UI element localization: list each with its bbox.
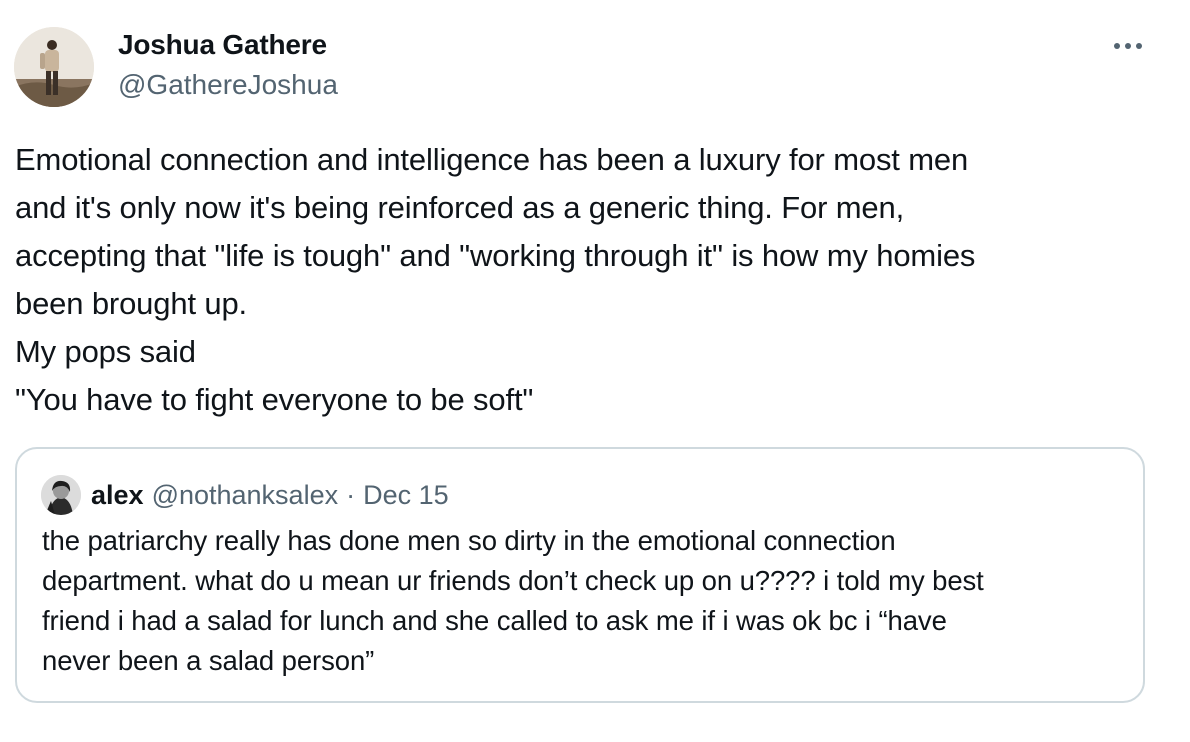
separator-dot: · — [346, 479, 356, 510]
quoted-tweet-text: the patriarchy really has done men so di… — [42, 521, 1132, 681]
quoted-text-line: friend i had a salad for lunch and she c… — [42, 605, 947, 636]
more-options-button[interactable] — [1108, 30, 1148, 62]
author-name[interactable]: Joshua Gathere — [118, 28, 327, 62]
quoted-tweet-header: alex @nothanksalex · Dec 15 — [41, 475, 449, 515]
tweet-text-line: "You have to fight everyone to be soft" — [15, 382, 534, 417]
quoted-text-line: the patriarchy really has done men so di… — [42, 525, 896, 556]
author-avatar[interactable] — [14, 27, 94, 107]
tweet-text-line: Emotional connection and intelligence ha… — [15, 142, 969, 177]
quoted-author-avatar[interactable] — [41, 475, 81, 515]
tweet-text: Emotional connection and intelligence ha… — [15, 136, 1155, 424]
tweet-text-line: and it's only now it's being reinforced … — [15, 190, 905, 225]
quoted-author-name[interactable]: alex — [91, 480, 144, 511]
quoted-author-handle[interactable]: @nothanksalex — [152, 480, 339, 511]
quoted-text-line: department. what do u mean ur friends do… — [42, 565, 984, 596]
more-options-icon — [1114, 43, 1142, 49]
tweet-text-line: accepting that "life is tough" and "work… — [15, 238, 976, 273]
quoted-text-line: never been a salad person” — [42, 645, 375, 676]
quoted-tweet-date[interactable]: Dec 15 — [363, 480, 449, 511]
tweet: Joshua Gathere @GathereJoshua Emotional … — [0, 0, 1190, 742]
profile-photo-icon — [41, 475, 81, 515]
tweet-text-line: been brought up. — [15, 286, 248, 321]
profile-photo-icon — [14, 27, 94, 107]
quoted-tweet-card[interactable]: alex @nothanksalex · Dec 15 the patriarc… — [15, 447, 1145, 703]
author-handle[interactable]: @GathereJoshua — [118, 68, 338, 102]
tweet-text-line: My pops said — [15, 334, 196, 369]
